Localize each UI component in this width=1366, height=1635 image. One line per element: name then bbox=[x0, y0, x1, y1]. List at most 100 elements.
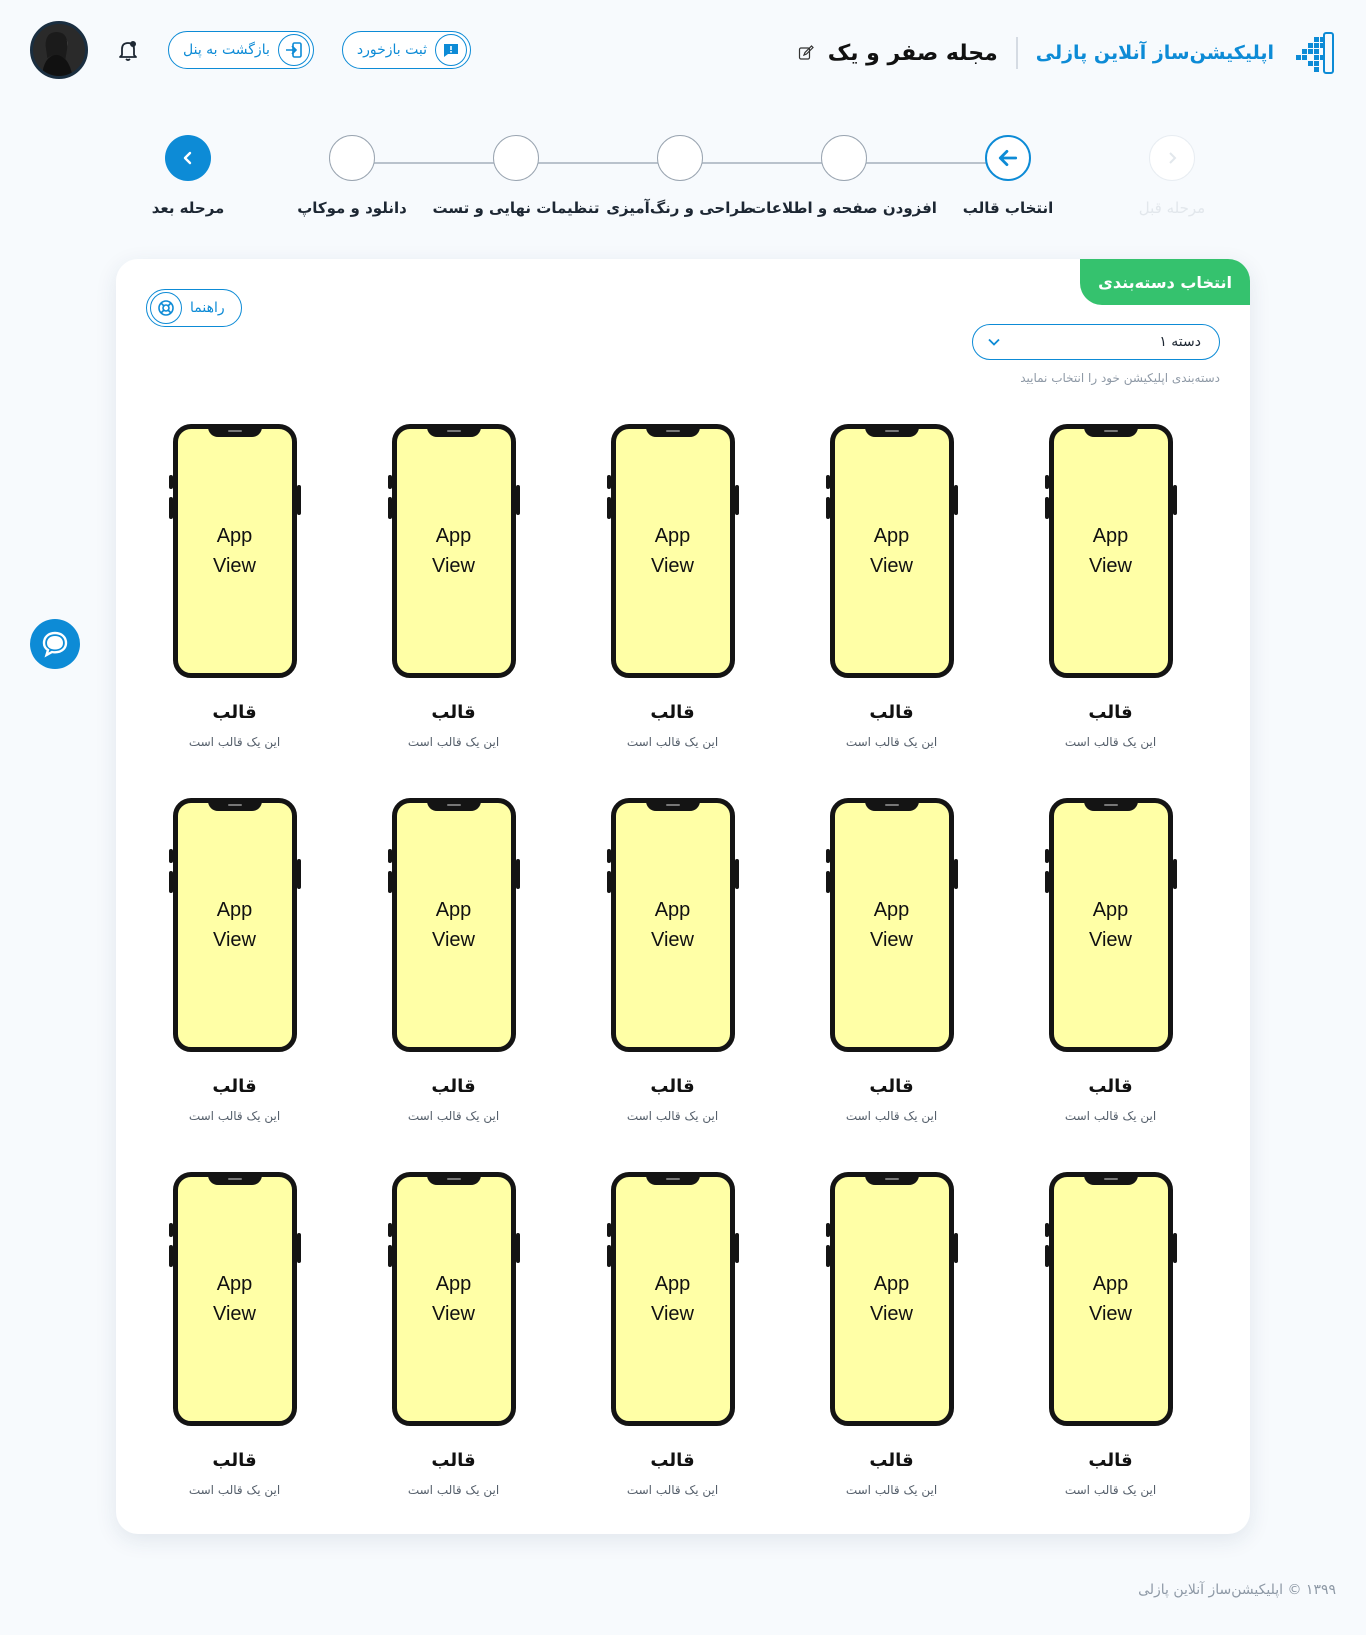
chat-button[interactable] bbox=[30, 619, 80, 669]
exit-arrow-icon bbox=[277, 34, 310, 66]
phone-side-button bbox=[296, 485, 301, 515]
phone-side-button bbox=[953, 485, 958, 515]
template-phone-preview[interactable]: App View bbox=[168, 798, 301, 1052]
brand-name[interactable]: اپلیکیشن‌ساز آنلاین پازلی bbox=[1036, 42, 1274, 64]
template-phone-preview[interactable]: App View bbox=[606, 1172, 739, 1426]
template-title: قالب bbox=[431, 702, 476, 723]
phone-side-button bbox=[606, 849, 611, 863]
back-to-panel-label: بازگشت به پنل bbox=[183, 42, 270, 58]
top-header: اپلیکیشن‌ساز آنلاین پازلی مجله صفر و یک bbox=[0, 0, 1366, 100]
phone-side-button bbox=[1044, 475, 1049, 489]
step-previous[interactable]: مرحله قبل bbox=[1092, 135, 1252, 217]
category-help-text: دسته‌بندی اپلیکیشن خود را انتخاب نمایید bbox=[1020, 371, 1220, 385]
feedback-label: ثبت بازخورد bbox=[356, 42, 427, 58]
template-item[interactable]: App View قالب این یک قالب است bbox=[782, 798, 1001, 1172]
template-phone-preview[interactable]: App View bbox=[168, 1172, 301, 1426]
step-download[interactable]: دانلود و موکاپ bbox=[272, 135, 432, 217]
template-title: قالب bbox=[869, 1076, 914, 1097]
phone-side-button bbox=[734, 485, 739, 515]
template-description: این یک قالب است bbox=[626, 735, 719, 749]
template-phone-preview[interactable]: App View bbox=[387, 1172, 520, 1426]
phone-side-button bbox=[825, 849, 830, 863]
step-download-circle[interactable] bbox=[329, 135, 375, 181]
template-item[interactable]: App View قالب این یک قالب است bbox=[125, 1172, 344, 1546]
step-design[interactable]: طراحی و رنگ‌آمیزی bbox=[600, 135, 760, 217]
template-item[interactable]: App View قالب این یک قالب است bbox=[1001, 424, 1220, 798]
phone-side-button bbox=[1172, 485, 1177, 515]
template-item[interactable]: App View قالب این یک قالب است bbox=[563, 424, 782, 798]
step-add-page[interactable]: افزودن صفحه و اطلاعات bbox=[751, 135, 937, 217]
template-phone-preview[interactable]: App View bbox=[1044, 798, 1177, 1052]
template-item[interactable]: App View قالب این یک قالب است bbox=[125, 424, 344, 798]
phone-side-button bbox=[606, 871, 611, 893]
template-item[interactable]: App View قالب این یک قالب است bbox=[125, 798, 344, 1172]
phone-side-button bbox=[734, 1233, 739, 1263]
back-to-panel-button[interactable]: بازگشت به پنل bbox=[168, 31, 314, 69]
phone-screen-line2: View bbox=[432, 1303, 475, 1325]
user-avatar[interactable] bbox=[30, 21, 88, 79]
step-previous-circle[interactable] bbox=[1149, 135, 1195, 181]
template-item[interactable]: App View قالب این یک قالب است bbox=[782, 1172, 1001, 1546]
template-item[interactable]: App View قالب این یک قالب است bbox=[344, 798, 563, 1172]
phone-side-button bbox=[515, 1233, 520, 1263]
phone-screen-line2: View bbox=[432, 929, 475, 951]
feedback-button[interactable]: ثبت بازخورد bbox=[341, 31, 471, 69]
template-phone-preview[interactable]: App View bbox=[825, 424, 958, 678]
phone-side-button bbox=[734, 859, 739, 889]
category-select-value: دسته ۱ bbox=[1159, 334, 1201, 350]
step-choose-template[interactable]: انتخاب قالب bbox=[928, 135, 1088, 217]
template-description: این یک قالب است bbox=[407, 735, 500, 749]
template-item[interactable]: App View قالب این یک قالب است bbox=[563, 1172, 782, 1546]
step-previous-label: مرحله قبل bbox=[1138, 199, 1206, 217]
edit-pencil-icon[interactable] bbox=[798, 45, 814, 61]
chevron-right-icon bbox=[1169, 152, 1177, 164]
phone-screen-line2: View bbox=[870, 555, 913, 577]
phone-screen-line2: View bbox=[870, 1303, 913, 1325]
template-phone-preview[interactable]: App View bbox=[606, 424, 739, 678]
phone-screen-line1: App bbox=[873, 1273, 910, 1295]
template-phone-preview[interactable]: App View bbox=[1044, 1172, 1177, 1426]
phone-screen-line2: View bbox=[651, 555, 694, 577]
template-title: قالب bbox=[212, 702, 257, 723]
phone-side-button bbox=[1044, 1223, 1049, 1237]
template-item[interactable]: App View قالب این یک قالب است bbox=[1001, 1172, 1220, 1546]
step-add-page-circle[interactable] bbox=[821, 135, 867, 181]
template-description: این یک قالب است bbox=[1064, 1109, 1157, 1123]
phone-side-button bbox=[825, 1245, 830, 1267]
step-design-circle[interactable] bbox=[657, 135, 703, 181]
bell-icon[interactable] bbox=[116, 38, 140, 62]
template-phone-preview[interactable]: App View bbox=[825, 1172, 958, 1426]
template-title: قالب bbox=[1088, 702, 1133, 723]
template-title: قالب bbox=[869, 1450, 914, 1471]
template-title: قالب bbox=[1088, 1076, 1133, 1097]
guide-button[interactable]: راهنما bbox=[146, 289, 242, 327]
category-select[interactable]: دسته ۱ bbox=[972, 324, 1220, 360]
phone-screen-line2: View bbox=[213, 929, 256, 951]
step-next[interactable]: مرحله بعد bbox=[108, 135, 268, 217]
template-item[interactable]: App View قالب این یک قالب است bbox=[344, 424, 563, 798]
footer-copyright: ۱۳۹۹ © اپلیکیشن‌ساز آنلاین پازلی bbox=[1138, 1582, 1336, 1598]
step-next-circle[interactable] bbox=[165, 135, 211, 181]
template-phone-preview[interactable]: App View bbox=[387, 798, 520, 1052]
template-item[interactable]: App View قالب این یک قالب است bbox=[1001, 798, 1220, 1172]
template-title: قالب bbox=[431, 1076, 476, 1097]
phone-screen-line1: App bbox=[654, 899, 691, 921]
template-item[interactable]: App View قالب این یک قالب است bbox=[344, 1172, 563, 1546]
step-final-settings-circle[interactable] bbox=[493, 135, 539, 181]
phone-screen-line1: App bbox=[1092, 525, 1129, 547]
feedback-message-icon bbox=[434, 34, 467, 66]
phone-side-button bbox=[953, 859, 958, 889]
template-phone-preview[interactable]: App View bbox=[387, 424, 520, 678]
phone-side-button bbox=[825, 1223, 830, 1237]
template-item[interactable]: App View قالب این یک قالب است bbox=[563, 798, 782, 1172]
project-title: مجله صفر و یک bbox=[827, 40, 998, 66]
template-phone-preview[interactable]: App View bbox=[168, 424, 301, 678]
phone-screen-line2: View bbox=[651, 929, 694, 951]
template-phone-preview[interactable]: App View bbox=[825, 798, 958, 1052]
step-choose-template-circle[interactable] bbox=[985, 135, 1031, 181]
template-item[interactable]: App View قالب این یک قالب است bbox=[782, 424, 1001, 798]
phone-side-button bbox=[296, 1233, 301, 1263]
template-phone-preview[interactable]: App View bbox=[606, 798, 739, 1052]
step-final-settings[interactable]: تنظیمات نهایی و تست bbox=[433, 135, 600, 217]
template-phone-preview[interactable]: App View bbox=[1044, 424, 1177, 678]
